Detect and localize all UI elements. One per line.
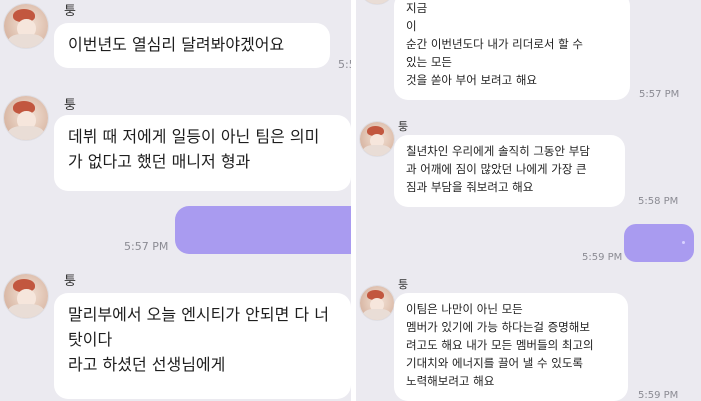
message-dot — [682, 241, 685, 244]
profile-avatar[interactable] — [360, 0, 394, 4]
message-time: 5:58 PM — [638, 196, 679, 207]
message-time: 5:57 PM — [124, 240, 169, 253]
message-time: 5:5 — [338, 58, 351, 71]
message-time: 5:59 PM — [638, 390, 679, 401]
message-bubble[interactable]: 칠년차인 우리에게 솔직히 그동안 부담 과 어깨에 짐이 많았던 나에게 가장… — [394, 135, 625, 207]
message-time: 5:59 PM — [582, 252, 623, 263]
sender-name: 퉁 — [64, 274, 76, 289]
outgoing-message-bubble[interactable] — [175, 206, 351, 254]
sender-name: 퉁 — [64, 98, 76, 113]
profile-avatar[interactable] — [4, 96, 48, 140]
message-time: 5:57 PM — [639, 89, 680, 100]
sender-name: 퉁 — [398, 278, 409, 291]
chat-panel-right: 지금 이 순간 이번년도다 내가 리더로서 할 수 있는 모든 것을 쏟아 부어… — [356, 0, 701, 401]
profile-avatar[interactable] — [4, 274, 48, 318]
sender-name: 퉁 — [398, 120, 409, 133]
chat-panel-left: 퉁 이번년도 열심리 달려봐야겠어요 5:5 퉁 데뷔 때 저에게 일등이 아닌… — [0, 0, 351, 401]
message-bubble[interactable]: 데뷔 때 저에게 일등이 아닌 팀은 의미 가 없다고 했던 매니저 형과 — [54, 115, 351, 191]
message-bubble[interactable]: 이번년도 열심리 달려봐야겠어요 — [54, 23, 330, 68]
message-bubble[interactable]: 이팀은 나만이 아닌 모든 멤버가 있기에 가능 하다는걸 증명해보 려고도 해… — [394, 293, 628, 401]
message-bubble[interactable]: 지금 이 순간 이번년도다 내가 리더로서 할 수 있는 모든 것을 쏟아 부어… — [394, 0, 630, 100]
sender-name: 퉁 — [64, 4, 76, 19]
profile-avatar[interactable] — [360, 122, 394, 156]
profile-avatar[interactable] — [360, 286, 394, 320]
message-bubble[interactable]: 말리부에서 오늘 엔시티가 안되면 다 너 탓이다 라고 하셨던 선생님에게 — [54, 293, 351, 399]
profile-avatar[interactable] — [4, 4, 48, 48]
